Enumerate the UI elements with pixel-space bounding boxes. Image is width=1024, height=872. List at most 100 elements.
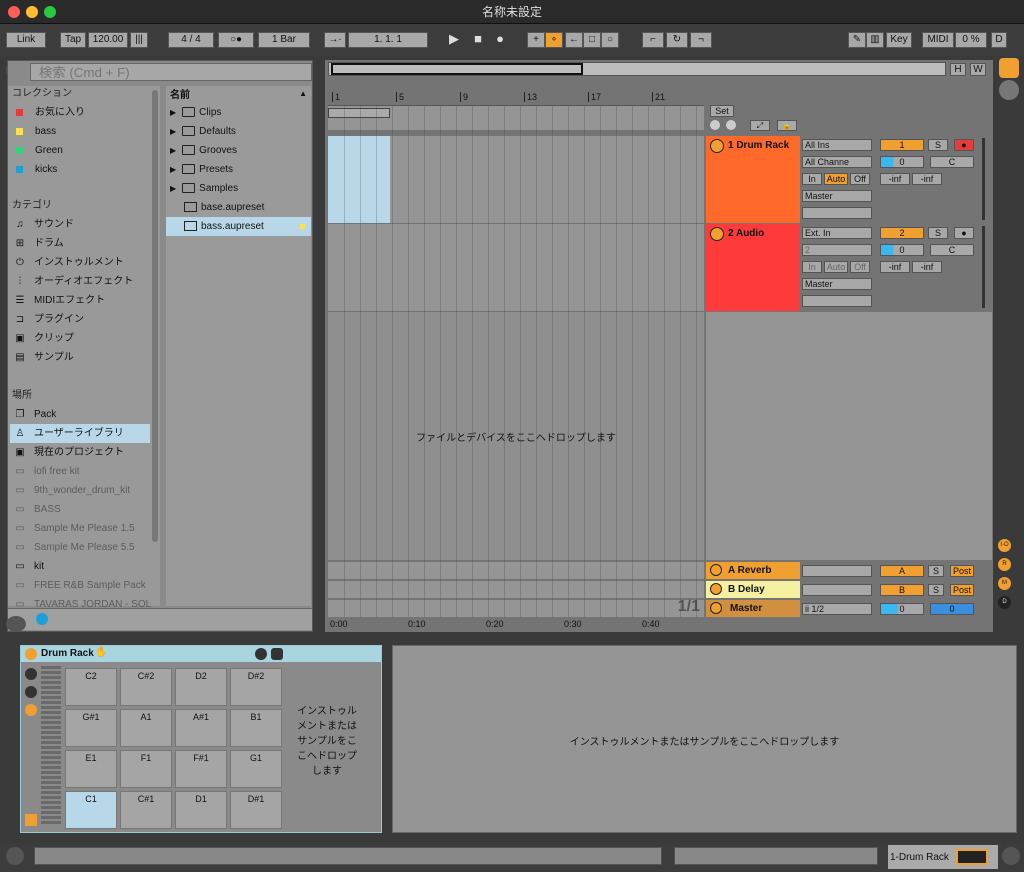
side-toggle-button[interactable]: R xyxy=(998,558,1011,571)
drum-pad[interactable]: F1 xyxy=(120,750,172,788)
collection-item[interactable]: Green xyxy=(8,141,63,160)
follow-icon[interactable]: →· xyxy=(324,32,346,48)
w-button[interactable]: W xyxy=(970,63,986,76)
monitor-auto-button[interactable]: Auto xyxy=(824,261,848,273)
file-item[interactable]: ▶ Clips xyxy=(170,103,308,122)
drum-pad[interactable]: G#1 xyxy=(65,709,117,747)
drum-pad[interactable]: G1 xyxy=(230,750,282,788)
collection-item[interactable]: お気に入り xyxy=(8,103,85,122)
nudge-icon[interactable]: ||| xyxy=(130,32,148,48)
overdub-icon[interactable]: + xyxy=(527,32,545,48)
lock-icon[interactable]: 🔒 xyxy=(777,120,797,131)
file-item[interactable]: ▶ Samples xyxy=(170,179,308,198)
input-type-select[interactable]: Ext. In xyxy=(802,227,872,239)
return-fold-icon[interactable] xyxy=(710,583,722,595)
file-item[interactable]: ▶ Presets xyxy=(170,160,308,179)
place-item[interactable]: ♙ ユーザーライブラリ xyxy=(10,424,150,443)
expand-icon[interactable] xyxy=(25,814,37,826)
search-input[interactable] xyxy=(30,63,312,81)
monitor-in-button[interactable]: In xyxy=(802,261,822,273)
post-button[interactable]: Post xyxy=(950,584,974,596)
overview-bar[interactable] xyxy=(328,62,946,76)
hot-swap-icon[interactable] xyxy=(255,648,267,660)
expand-arrow-icon[interactable]: ▶ xyxy=(170,165,176,174)
master-volume[interactable]: 0 xyxy=(880,603,924,615)
place-item[interactable]: ▭ BASS xyxy=(10,500,150,519)
link-button[interactable]: Link xyxy=(6,32,46,48)
input-channel-select[interactable]: All Channe xyxy=(802,156,872,168)
return-fold-icon[interactable] xyxy=(710,564,722,576)
cue-volume[interactable]: 0 xyxy=(930,603,974,615)
metronome-button[interactable]: ○● xyxy=(218,32,254,48)
place-item[interactable]: ▭ Sample Me Please 1.5 xyxy=(10,519,150,538)
time-signature-field[interactable]: 4 / 4 xyxy=(168,32,214,48)
position-field[interactable]: 1. 1. 1 xyxy=(348,32,428,48)
expand-arrow-icon[interactable]: ▶ xyxy=(170,184,176,193)
track-fold-icon[interactable] xyxy=(710,139,724,153)
monitor-off-button[interactable]: Off xyxy=(850,261,870,273)
drum-pad[interactable]: B1 xyxy=(230,709,282,747)
arm-button[interactable]: ● xyxy=(954,227,974,239)
play-icon[interactable]: ▶ xyxy=(446,32,462,48)
fold-icon[interactable]: ⤢ xyxy=(750,120,770,131)
category-item[interactable]: ▤ サンプル xyxy=(14,348,73,367)
master-header[interactable]: Master xyxy=(706,600,800,617)
side-toggle-button[interactable]: M xyxy=(998,577,1011,590)
arm-button[interactable]: ● xyxy=(954,139,974,151)
quantize-select[interactable]: 1 Bar xyxy=(258,32,310,48)
show-chains-icon[interactable] xyxy=(25,668,37,680)
place-item[interactable]: ▭ FREE R&B Sample Pack xyxy=(10,576,150,595)
return-output-select[interactable] xyxy=(802,565,872,577)
arrangement-view-icon[interactable] xyxy=(999,80,1019,100)
solo-button[interactable]: S xyxy=(928,565,944,577)
pan-field[interactable]: C xyxy=(930,244,974,256)
time-selection[interactable] xyxy=(328,136,390,223)
volume-field[interactable]: 0 xyxy=(880,156,924,168)
category-item[interactable]: ⊞ ドラム xyxy=(14,234,64,253)
prev-locator-icon[interactable] xyxy=(710,120,720,130)
track-activator[interactable]: 2 xyxy=(880,227,924,239)
return-header[interactable]: B Delay xyxy=(706,581,800,598)
output-select[interactable]: Master xyxy=(802,190,872,202)
overview-viewport[interactable] xyxy=(331,63,583,75)
punch-icon[interactable]: ¬ xyxy=(690,32,712,48)
device-drop-area[interactable]: インストゥルメントまたはサンプルをここへドロップします xyxy=(392,645,1017,833)
capture-icon[interactable]: □ xyxy=(583,32,601,48)
master-fold-icon[interactable] xyxy=(710,602,722,614)
headphones-icon[interactable] xyxy=(36,613,48,625)
close-icon[interactable] xyxy=(8,6,20,18)
file-item[interactable]: ▶ Grooves xyxy=(170,141,308,160)
solo-button[interactable]: S xyxy=(928,584,944,596)
drum-pad[interactable]: C#1 xyxy=(120,791,172,829)
drum-pad[interactable]: E1 xyxy=(65,750,117,788)
drum-pad[interactable]: D1 xyxy=(175,791,227,829)
pan-field[interactable]: C xyxy=(930,156,974,168)
h-button[interactable]: H xyxy=(950,63,966,76)
back-to-arrangement-icon[interactable]: ← xyxy=(565,32,583,48)
loop-brace[interactable] xyxy=(328,108,390,118)
drum-pad[interactable]: F#1 xyxy=(175,750,227,788)
collection-item[interactable]: bass xyxy=(8,122,56,141)
category-item[interactable]: ⏻ インストゥルメント xyxy=(14,253,124,272)
file-item[interactable]: ▶ Defaults xyxy=(170,122,308,141)
track-activator[interactable]: 1 xyxy=(880,139,924,151)
sidebar-scrollbar[interactable] xyxy=(152,90,158,542)
macros-icon[interactable] xyxy=(25,704,37,716)
session-view-icon[interactable] xyxy=(999,58,1019,78)
solo-button[interactable]: S xyxy=(928,227,948,239)
place-item[interactable]: ▭ kit xyxy=(10,557,150,576)
place-item[interactable]: ▭ 9th_wonder_drum_kit xyxy=(10,481,150,500)
drum-pad[interactable]: D#1 xyxy=(230,791,282,829)
monitor-in-button[interactable]: In xyxy=(802,173,822,185)
place-item[interactable]: ❐ Pack xyxy=(10,405,150,424)
key-map-button[interactable]: Key xyxy=(886,32,912,48)
input-type-select[interactable]: All Ins xyxy=(802,139,872,151)
volume-field[interactable]: 0 xyxy=(880,244,924,256)
monitor-auto-button[interactable]: Auto xyxy=(824,173,848,185)
file-item[interactable]: base.aupreset xyxy=(170,198,308,217)
post-button[interactable]: Post xyxy=(950,565,974,577)
place-item[interactable]: ▭ lofi free kit xyxy=(10,462,150,481)
monitor-off-button[interactable]: Off xyxy=(850,173,870,185)
loop-start-icon[interactable]: ⌐ xyxy=(642,32,664,48)
return-header[interactable]: A Reverb xyxy=(706,562,800,579)
